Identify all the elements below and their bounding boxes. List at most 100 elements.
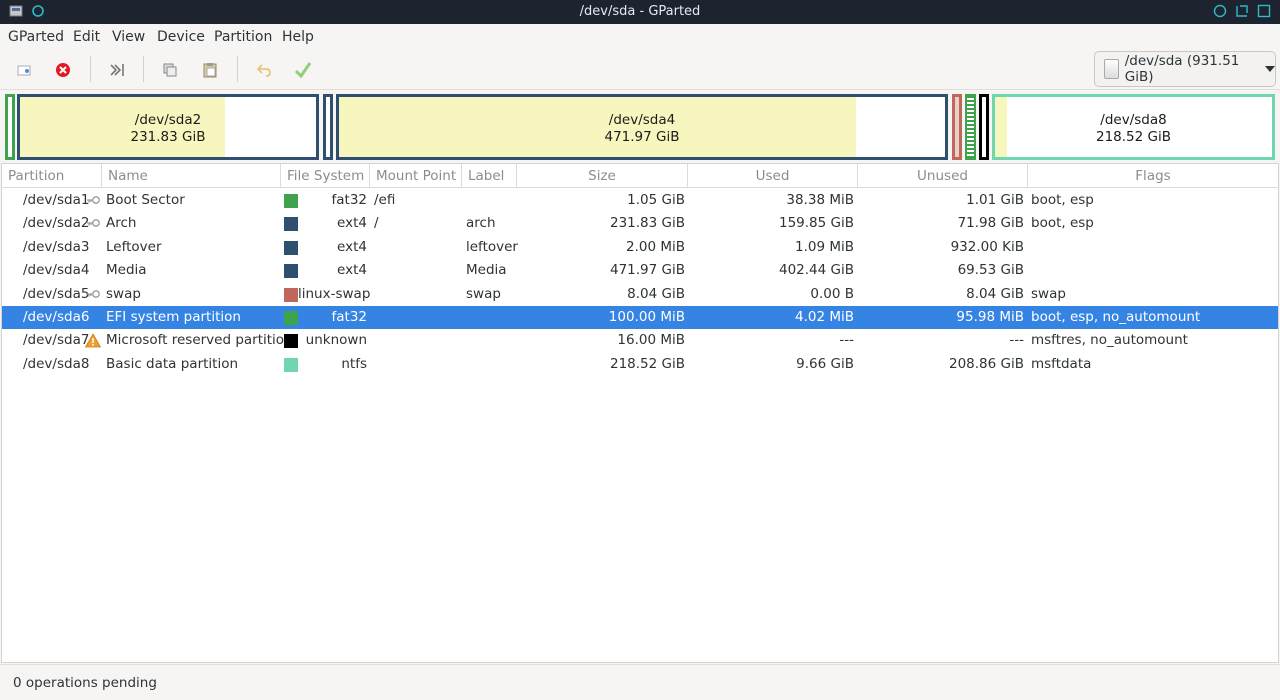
partmap-sda8-label: /dev/sda8 218.52 GiB bbox=[995, 112, 1272, 146]
partmap-sda5[interactable] bbox=[952, 94, 962, 160]
column-header-filesystem[interactable]: File System bbox=[281, 164, 370, 188]
cell-filesystem: fat32 bbox=[331, 309, 368, 325]
resize-move-button[interactable] bbox=[104, 57, 130, 83]
new-partition-button[interactable] bbox=[11, 57, 37, 83]
cell-label: leftover bbox=[466, 238, 518, 255]
cell-filesystem: ext4 bbox=[337, 238, 367, 255]
column-header-mountpoint[interactable]: Mount Point bbox=[370, 164, 462, 188]
maximize-icon[interactable] bbox=[1235, 4, 1249, 18]
resize-move-icon bbox=[110, 64, 124, 76]
table-header: Partition Name File System Mount Point L… bbox=[2, 164, 1278, 188]
cell-partition: /dev/sda3 bbox=[23, 238, 90, 255]
menu-view[interactable]: View bbox=[112, 29, 145, 45]
cell-flags: msftdata bbox=[1031, 355, 1092, 372]
warning-icon bbox=[85, 333, 101, 348]
partmap-sda7[interactable] bbox=[979, 94, 989, 160]
cell-used: 4.02 MiB bbox=[794, 309, 854, 325]
filesystem-color-swatch bbox=[284, 240, 298, 255]
key-icon bbox=[87, 219, 100, 228]
cell-name: Media bbox=[106, 262, 147, 279]
menu-edit[interactable]: Edit bbox=[73, 29, 100, 45]
minimize-icon[interactable] bbox=[1213, 4, 1227, 18]
cell-unused: 1.01 GiB bbox=[966, 192, 1024, 208]
partmap-sda8[interactable]: /dev/sda8 218.52 GiB bbox=[992, 94, 1275, 160]
cell-size: 8.04 GiB bbox=[627, 285, 685, 302]
table-row[interactable]: /dev/sda5 swap linux-swap swap 8.04 GiB 0.00 … bbox=[2, 283, 1278, 306]
delete-button[interactable] bbox=[50, 57, 76, 83]
cell-unused: 8.04 GiB bbox=[966, 285, 1024, 302]
cell-flags: boot, esp bbox=[1031, 192, 1094, 208]
toolbar bbox=[0, 50, 1280, 90]
device-selector[interactable]: /dev/sda (931.51 GiB) bbox=[1094, 51, 1276, 87]
cell-name: Microsoft reserved partition bbox=[106, 332, 293, 349]
cell-size: 16.00 MiB bbox=[617, 332, 685, 349]
copy-button[interactable] bbox=[157, 57, 183, 83]
partmap-sda3[interactable] bbox=[323, 94, 333, 160]
toolbar-separator bbox=[237, 56, 238, 82]
cell-name: Basic data partition bbox=[106, 355, 239, 372]
column-header-unused[interactable]: Unused bbox=[858, 164, 1028, 188]
apply-button[interactable] bbox=[290, 57, 316, 83]
menu-gparted[interactable]: GParted bbox=[8, 29, 64, 45]
cell-flags: boot, esp bbox=[1031, 215, 1094, 232]
cell-name: swap bbox=[106, 285, 141, 302]
toolbar-separator bbox=[143, 56, 144, 82]
column-header-flags[interactable]: Flags bbox=[1028, 164, 1278, 188]
cell-used: 402.44 GiB bbox=[778, 262, 854, 279]
device-selector-label: /dev/sda (931.51 GiB) bbox=[1124, 53, 1240, 85]
menu-help[interactable]: Help bbox=[282, 29, 314, 45]
menu-partition[interactable]: Partition bbox=[214, 29, 272, 45]
undo-button[interactable] bbox=[251, 57, 277, 83]
filesystem-color-swatch bbox=[284, 194, 298, 208]
table-row[interactable]: /dev/sda3 Leftover ext4 leftover 2.00 MiB 1.0… bbox=[2, 236, 1278, 259]
partition-map: /dev/sda2 231.83 GiB /dev/sda4 471.97 Gi… bbox=[0, 92, 1280, 160]
menu-bar: GParted Edit View Device Partition Help bbox=[0, 24, 1280, 50]
paste-button[interactable] bbox=[197, 57, 223, 83]
status-bar: 0 operations pending bbox=[0, 664, 1280, 700]
key-icon bbox=[87, 196, 100, 204]
cell-unused: 69.53 GiB bbox=[957, 262, 1024, 279]
title-bar: /dev/sda - GParted bbox=[0, 0, 1280, 24]
cell-label: Media bbox=[466, 262, 507, 279]
table-row[interactable]: /dev/sda8 Basic data partition ntfs 218.52 … bbox=[2, 353, 1278, 376]
table-row[interactable]: /dev/sda1 Boot Sector fat32/efi 1.05 GiB 38.… bbox=[2, 189, 1278, 212]
cell-filesystem: unknown bbox=[305, 332, 367, 349]
cell-size: 231.83 GiB bbox=[609, 215, 685, 232]
status-text: 0 operations pending bbox=[13, 675, 157, 691]
toolbar-separator bbox=[90, 56, 91, 82]
partmap-sda2[interactable]: /dev/sda2 231.83 GiB bbox=[17, 94, 319, 160]
cell-unused: 208.86 GiB bbox=[948, 355, 1024, 372]
cell-used: --- bbox=[839, 332, 854, 349]
partmap-sda6[interactable] bbox=[965, 94, 976, 160]
cell-size: 218.52 GiB bbox=[609, 355, 685, 372]
cell-partition: /dev/sda2 bbox=[23, 215, 90, 232]
partmap-sda2-name: /dev/sda2 bbox=[134, 112, 202, 128]
column-header-partition[interactable]: Partition bbox=[2, 164, 102, 188]
column-header-used[interactable]: Used bbox=[688, 164, 858, 188]
table-row[interactable]: /dev/sda7 Microsoft reserved partition unk… bbox=[2, 329, 1278, 352]
cell-name: Arch bbox=[106, 215, 137, 232]
cell-partition: /dev/sda7 bbox=[23, 332, 90, 349]
menu-device[interactable]: Device bbox=[157, 29, 205, 45]
cell-label: swap bbox=[466, 285, 501, 302]
table-row[interactable]: /dev/sda4 Media ext4 Media 471.97 GiB 402.44 … bbox=[2, 259, 1278, 282]
partmap-sda4[interactable]: /dev/sda4 471.97 GiB bbox=[336, 94, 948, 160]
column-header-name[interactable]: Name bbox=[102, 164, 281, 188]
window-title: /dev/sda - GParted bbox=[579, 4, 701, 19]
cell-filesystem: fat32 bbox=[331, 192, 368, 208]
cell-size: 2.00 MiB bbox=[625, 238, 685, 255]
cell-partition: /dev/sda8 bbox=[23, 355, 90, 372]
disk-icon bbox=[1104, 59, 1119, 79]
cell-used: 159.85 GiB bbox=[778, 215, 854, 232]
table-row[interactable]: /dev/sda6 EFI system partition fat32 100.00… bbox=[2, 306, 1278, 330]
column-header-label[interactable]: Label bbox=[462, 164, 517, 188]
filesystem-color-swatch bbox=[284, 287, 298, 302]
partmap-sda2-size: 231.83 GiB bbox=[130, 129, 206, 145]
cell-partition: /dev/sda5 bbox=[23, 285, 90, 302]
close-icon[interactable] bbox=[1257, 4, 1271, 18]
partmap-sda8-name: /dev/sda8 bbox=[1100, 112, 1167, 128]
cell-used: 0.00 B bbox=[810, 285, 854, 302]
partmap-sda1[interactable] bbox=[5, 94, 15, 160]
table-row[interactable]: /dev/sda2 Arch ext4 / arch 231.83 GiB 159.85 G… bbox=[2, 212, 1278, 235]
column-header-size[interactable]: Size bbox=[517, 164, 688, 188]
